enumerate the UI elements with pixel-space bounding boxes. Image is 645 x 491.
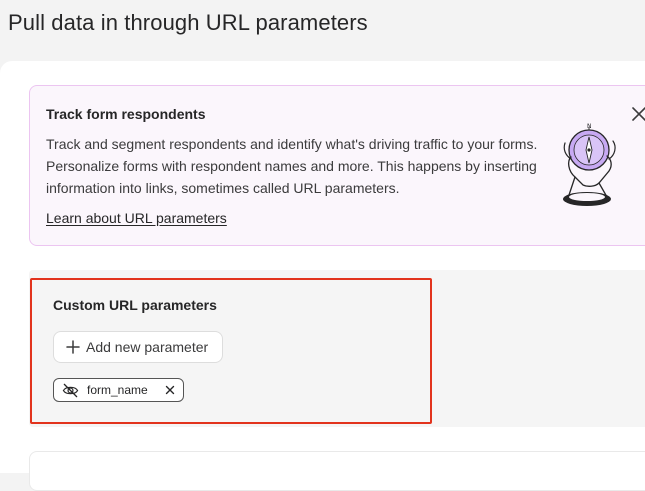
close-icon[interactable] <box>165 385 175 395</box>
info-banner: Track form respondents Track and segment… <box>29 85 645 246</box>
close-icon[interactable] <box>631 106 645 122</box>
page-title: Pull data in through URL parameters <box>8 10 368 35</box>
parameter-name: form_name <box>87 383 148 397</box>
eye-off-icon[interactable] <box>62 382 79 399</box>
add-parameter-label: Add new parameter <box>86 339 209 355</box>
next-section-card <box>29 451 645 491</box>
hand-compass-illustration: N <box>563 123 616 206</box>
parameter-chip[interactable]: form_name <box>53 378 184 402</box>
custom-url-parameters-section: Custom URL parameters Add new parameter … <box>29 270 645 427</box>
add-parameter-button[interactable]: Add new parameter <box>53 331 224 363</box>
info-banner-title: Track form respondents <box>46 106 206 122</box>
section-title: Custom URL parameters <box>53 297 217 313</box>
learn-more-link[interactable]: Learn about URL parameters <box>46 210 227 226</box>
plus-icon <box>66 340 80 354</box>
info-banner-text: Track and segment respondents and identi… <box>46 136 538 196</box>
